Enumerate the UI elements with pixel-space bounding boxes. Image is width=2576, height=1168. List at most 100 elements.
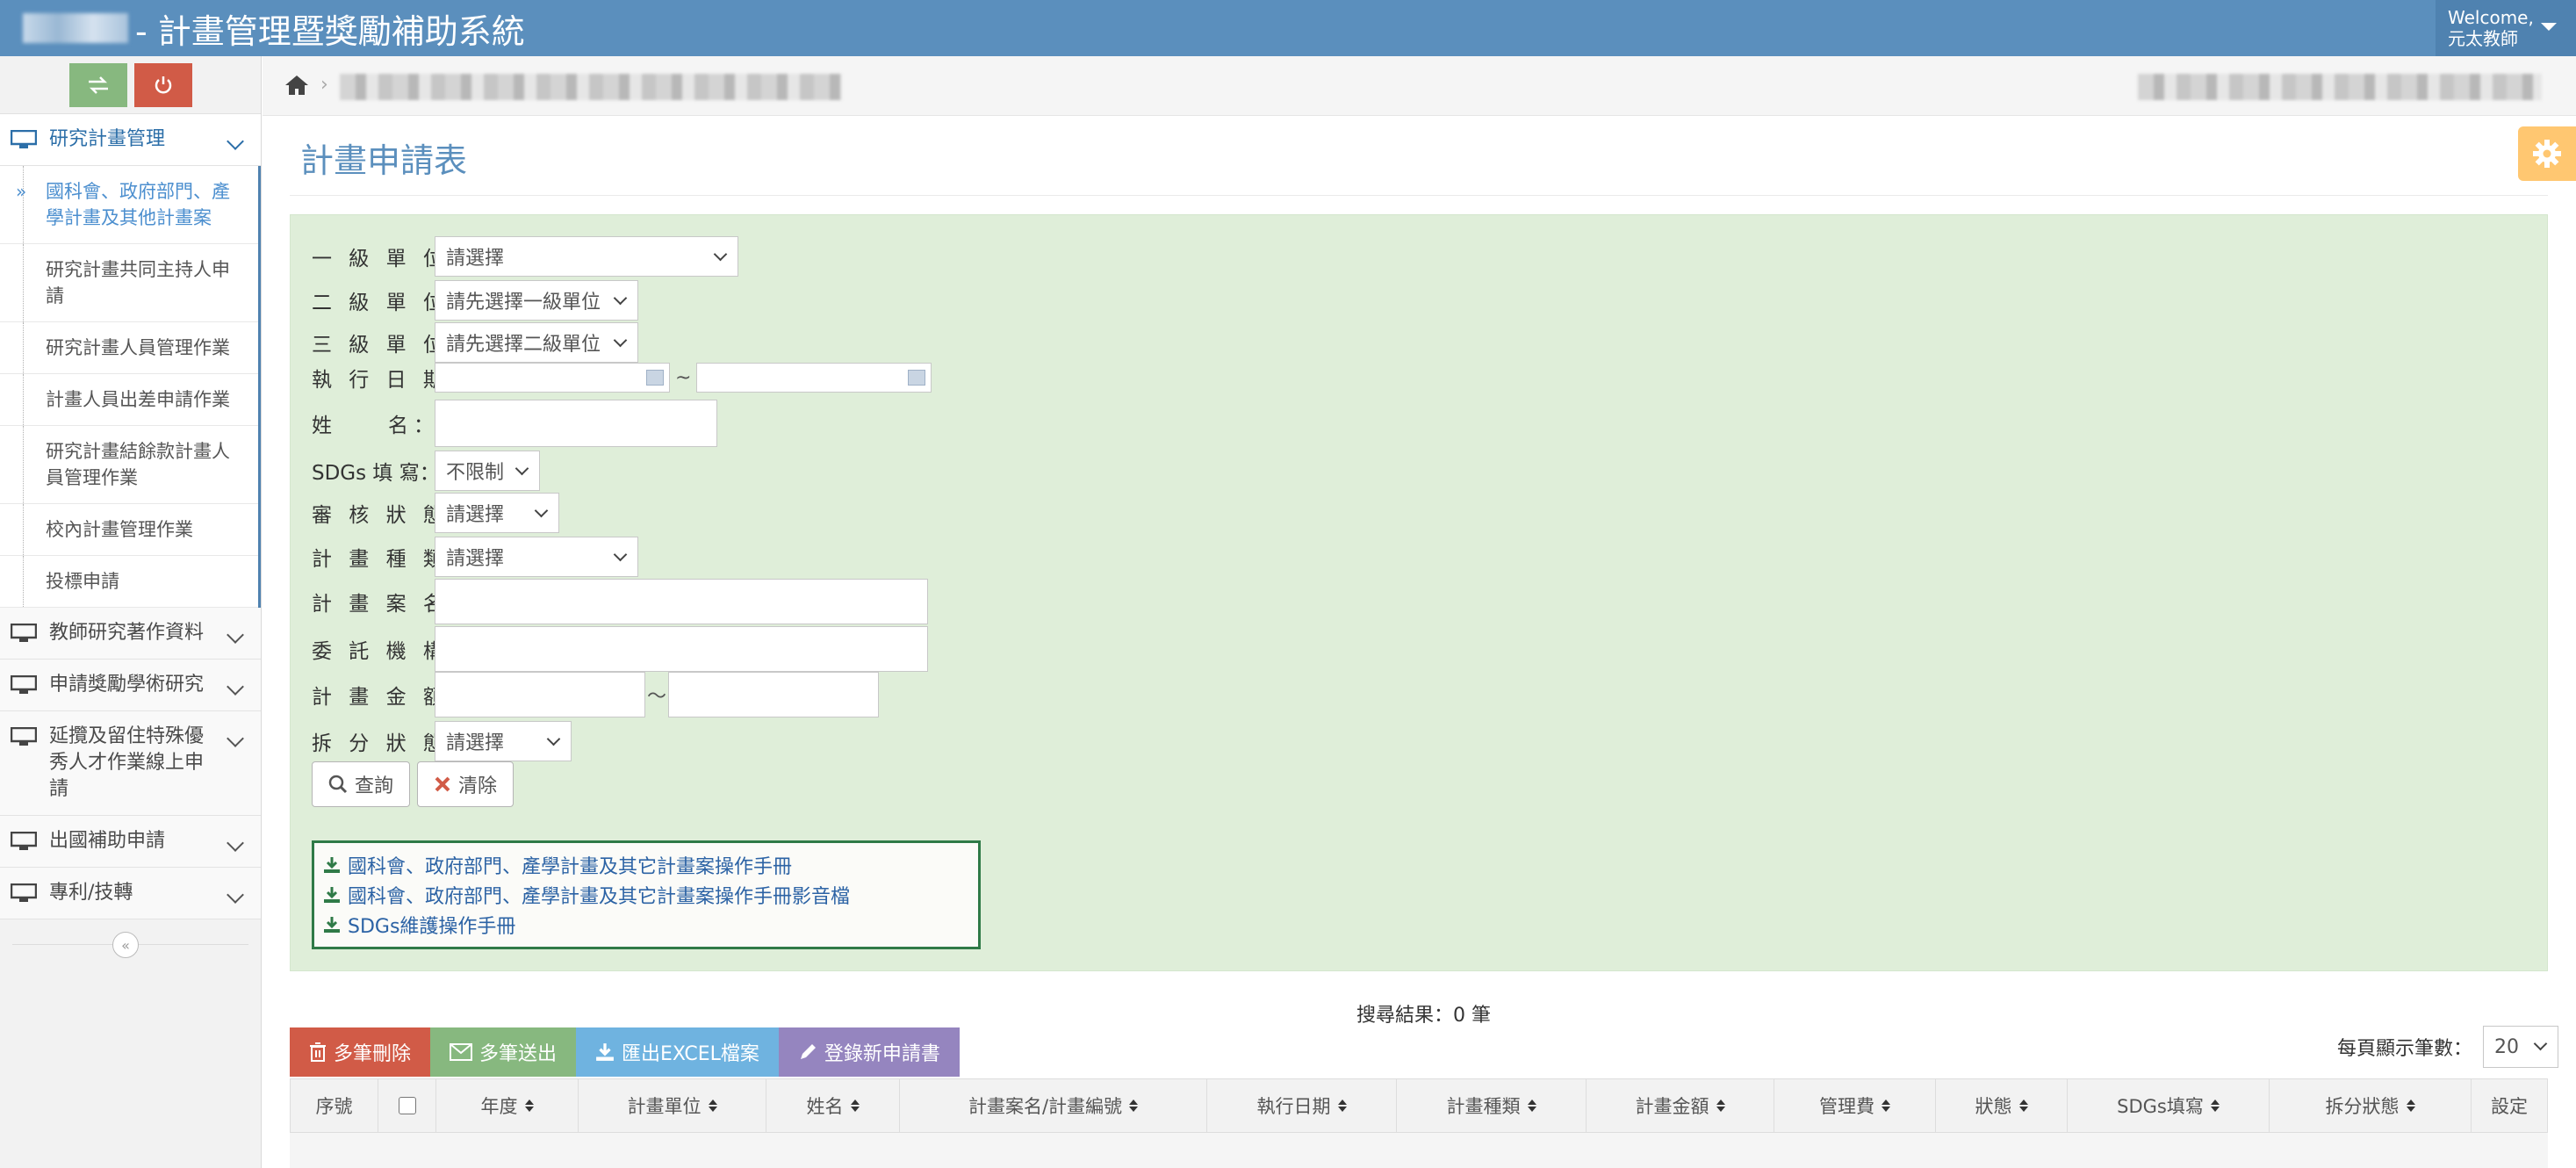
chevron-down-icon — [227, 626, 244, 644]
review-status-select[interactable]: 請選擇 — [435, 493, 559, 533]
results-table: 序號 年度 計畫單位 姓名 計畫案名/計畫編號 執行日期 計畫種類 計畫金額 管… — [290, 1078, 2548, 1168]
sidebar-item-research-award[interactable]: 申請獎勵學術研究 — [0, 660, 261, 711]
col-status[interactable]: 狀態 — [1936, 1079, 2068, 1132]
col-unit[interactable]: 計畫單位 — [579, 1079, 766, 1132]
agency-input[interactable] — [435, 626, 928, 672]
chevron-down-icon — [227, 678, 244, 696]
submenu-item-personnel-management[interactable]: 研究計畫人員管理作業 — [0, 322, 258, 374]
submenu-item-tender-application[interactable]: 投標申請 — [0, 556, 258, 608]
manuals-box: 國科會、政府部門、產學計畫及其它計畫案操作手冊 國科會、政府部門、產學計畫及其它… — [312, 840, 981, 949]
review-status-label: 審 核 狀 態： — [312, 504, 474, 527]
submenu-item-surplus-personnel[interactable]: 研究計畫結餘款計畫人員管理作業 — [0, 426, 258, 504]
plan-type-label: 計 畫 種 類： — [312, 548, 474, 571]
exec-date-start[interactable] — [435, 363, 670, 393]
table-header: 序號 年度 計畫單位 姓名 計畫案名/計畫編號 執行日期 計畫種類 計畫金額 管… — [290, 1078, 2548, 1133]
action-toolbar: 多筆刪除 多筆送出 匯出EXCEL檔案 登錄新申請書 — [290, 1027, 960, 1077]
col-plan-type[interactable]: 計畫種類 — [1397, 1079, 1587, 1132]
user-name: 元太教師 — [2448, 28, 2518, 49]
monitor-icon — [11, 832, 37, 850]
plan-name-input[interactable] — [435, 579, 928, 624]
chevron-down-icon — [227, 834, 244, 852]
col-seq: 序號 — [291, 1079, 378, 1132]
sidebar-item-label: 出國補助申請 — [49, 830, 166, 852]
clear-button[interactable]: 清除 — [417, 761, 514, 807]
select-all-checkbox[interactable] — [398, 1097, 416, 1114]
welcome-label: Welcome, — [2448, 7, 2534, 28]
amount-range-separator: ～ — [647, 686, 667, 708]
name-input[interactable] — [435, 400, 717, 447]
system-title: - 計畫管理暨獎勵補助系統 — [135, 11, 525, 51]
power-icon — [155, 76, 171, 93]
pencil-icon — [800, 1044, 816, 1059]
sort-icon — [850, 1100, 860, 1112]
double-chevron-left-icon[interactable]: « — [112, 932, 139, 958]
date-range-separator: ~ — [675, 366, 692, 389]
sidebar-item-research-plan[interactable]: 研究計畫管理 — [0, 114, 261, 166]
sort-icon — [2018, 1100, 2028, 1112]
plan-type-select[interactable]: 請選擇 — [435, 537, 638, 577]
calendar-icon[interactable] — [908, 370, 926, 386]
sdgs-manual-link[interactable]: SDGs維護操作手冊 — [323, 910, 969, 940]
amount-min-input[interactable] — [435, 672, 645, 717]
sidebar-item-publications[interactable]: 教師研究著作資料 — [0, 608, 261, 660]
redacted-breadcrumb — [340, 74, 842, 100]
col-name[interactable]: 姓名 — [766, 1079, 900, 1132]
col-mgmt-fee[interactable]: 管理費 — [1774, 1079, 1936, 1132]
col-year[interactable]: 年度 — [436, 1079, 579, 1132]
gear-icon — [2533, 140, 2561, 168]
sidebar-item-label: 專利/技轉 — [49, 882, 133, 904]
per-page-select[interactable]: 20 — [2483, 1026, 2559, 1068]
settings-button[interactable] — [2518, 126, 2576, 181]
exec-date-end[interactable] — [696, 363, 932, 393]
col-sdgs[interactable]: SDGs填寫 — [2068, 1079, 2270, 1132]
chevron-down-icon — [227, 886, 244, 904]
sdgs-select[interactable]: 不限制 — [435, 451, 540, 491]
calendar-icon[interactable] — [646, 370, 664, 386]
exec-date-label: 執 行 日 期： — [312, 369, 474, 392]
chevron-down-icon — [613, 547, 628, 562]
sort-icon — [2406, 1100, 2415, 1112]
chevron-down-icon — [546, 732, 561, 746]
submenu-item-internal-plans[interactable]: 校內計畫管理作業 — [0, 504, 258, 556]
search-icon — [328, 775, 348, 794]
switch-button[interactable] — [68, 62, 127, 107]
new-application-button[interactable]: 登錄新申請書 — [778, 1027, 960, 1077]
bulk-send-button[interactable]: 多筆送出 — [430, 1027, 577, 1077]
research-plan-submenu: » 國科會、政府部門、產學計畫及其他計畫案 研究計畫共同主持人申請 研究計畫人員… — [0, 166, 261, 608]
submenu-item-nstc-plans[interactable]: » 國科會、政府部門、產學計畫及其他計畫案 — [0, 166, 258, 244]
col-exec-date[interactable]: 執行日期 — [1207, 1079, 1397, 1132]
name-label: 姓 名： — [312, 415, 439, 437]
page-title: 計畫申請表 — [300, 141, 468, 180]
col-split-status[interactable]: 拆分狀態 — [2270, 1079, 2472, 1132]
bulk-delete-button[interactable]: 多筆刪除 — [290, 1027, 431, 1077]
unit1-select[interactable]: 請選擇 — [435, 236, 738, 277]
sort-icon — [1882, 1100, 1890, 1112]
per-page-control: 每頁顯示筆數： 20 — [2337, 1026, 2559, 1068]
amount-max-input[interactable] — [668, 672, 880, 717]
sidebar-item-label: 申請獎勵學術研究 — [49, 674, 205, 696]
redacted-school-name — [23, 13, 128, 43]
unit3-select[interactable]: 請先選擇二級單位 — [435, 322, 638, 363]
col-plan-name[interactable]: 計畫案名/計畫編號 — [900, 1079, 1207, 1132]
sidebar-item-patent-transfer[interactable]: 專利/技轉 — [0, 868, 261, 919]
home-icon[interactable] — [284, 74, 310, 97]
sidebar-item-travel-subsidy[interactable]: 出國補助申請 — [0, 816, 261, 868]
query-button[interactable]: 查詢 — [312, 761, 411, 807]
submenu-item-business-trip[interactable]: 計畫人員出差申請作業 — [0, 374, 258, 426]
double-chevron-right-icon: » — [16, 181, 27, 202]
logout-button[interactable] — [133, 62, 192, 107]
sidebar-item-talent-retention[interactable]: 延攬及留住特殊優秀人才作業線上申請 — [0, 711, 261, 816]
manual-video-link[interactable]: 國科會、政府部門、產學計畫及其它計畫案操作手冊影音檔 — [323, 880, 969, 910]
unit2-select[interactable]: 請先選擇一級單位 — [435, 280, 638, 321]
split-status-label: 拆 分 狀 態： — [312, 732, 474, 755]
unit3-label: 三 級 單 位： — [312, 334, 474, 357]
chevron-down-icon — [713, 247, 728, 262]
sort-icon — [1337, 1100, 1347, 1112]
manual-link[interactable]: 國科會、政府部門、產學計畫及其它計畫案操作手冊 — [323, 850, 969, 880]
export-excel-button[interactable]: 匯出EXCEL檔案 — [576, 1027, 779, 1077]
download-icon — [324, 887, 340, 903]
col-amount[interactable]: 計畫金額 — [1587, 1079, 1774, 1132]
user-menu[interactable]: Welcome, 元太教師 — [2436, 0, 2576, 56]
split-status-select[interactable]: 請選擇 — [435, 721, 572, 761]
submenu-item-co-pi-application[interactable]: 研究計畫共同主持人申請 — [0, 244, 258, 322]
